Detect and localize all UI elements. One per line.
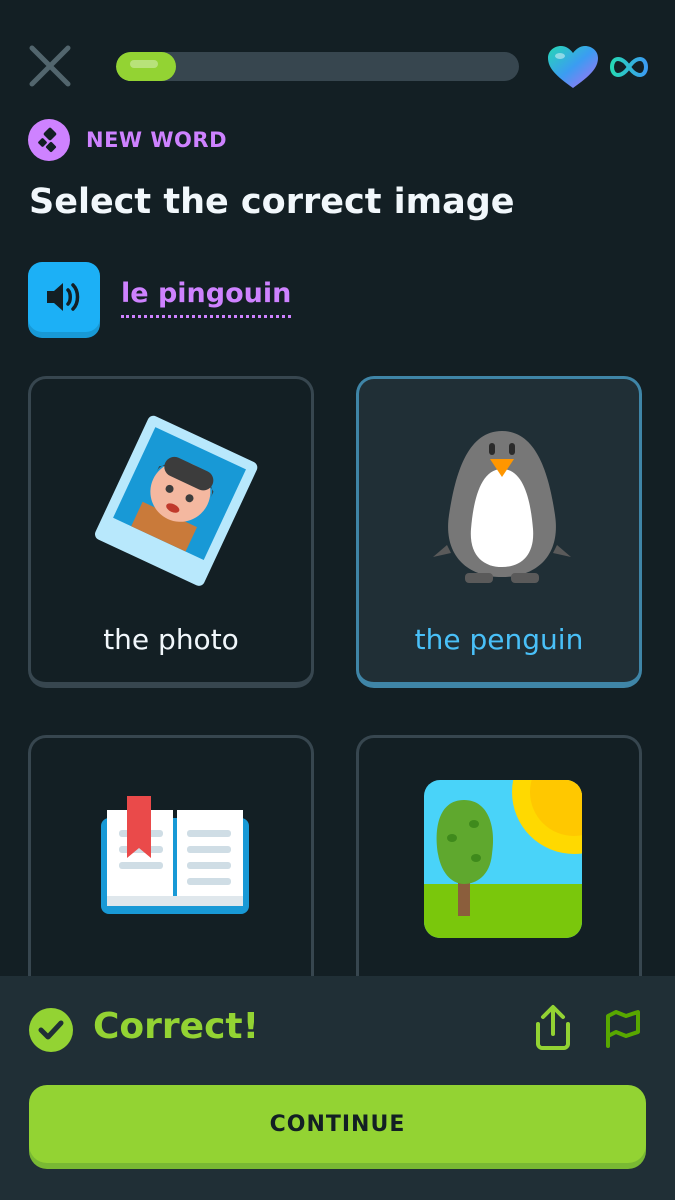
lesson-progress-bar [116, 52, 519, 81]
landscape-icon [424, 780, 582, 938]
choice-label: the penguin [414, 623, 584, 656]
close-icon[interactable] [28, 44, 72, 88]
choice-card-photo[interactable]: the photo [28, 376, 314, 688]
photo-icon [95, 415, 258, 586]
share-icon[interactable] [532, 1004, 574, 1050]
check-circle-icon [29, 1008, 73, 1052]
new-word-badge: NEW WORD [28, 118, 227, 162]
flag-icon[interactable] [604, 1006, 644, 1048]
continue-button[interactable]: CONTINUE [29, 1085, 646, 1163]
new-word-icon [28, 119, 70, 161]
page-title: Select the correct image [29, 182, 515, 222]
progress-shine [130, 60, 158, 68]
speaker-icon [47, 283, 80, 311]
target-word[interactable]: le pingouin [121, 278, 292, 318]
audio-button[interactable] [28, 262, 100, 332]
choice-card-penguin[interactable]: the penguin [356, 376, 642, 688]
choice-label: the photo [103, 623, 239, 656]
penguin-icon [433, 431, 571, 583]
infinity-icon [610, 56, 648, 78]
badge-label: NEW WORD [86, 128, 228, 152]
feedback-status: Correct! [93, 1006, 260, 1047]
book-icon [101, 796, 249, 914]
heart-icon [548, 46, 598, 88]
top-bar [0, 0, 675, 120]
